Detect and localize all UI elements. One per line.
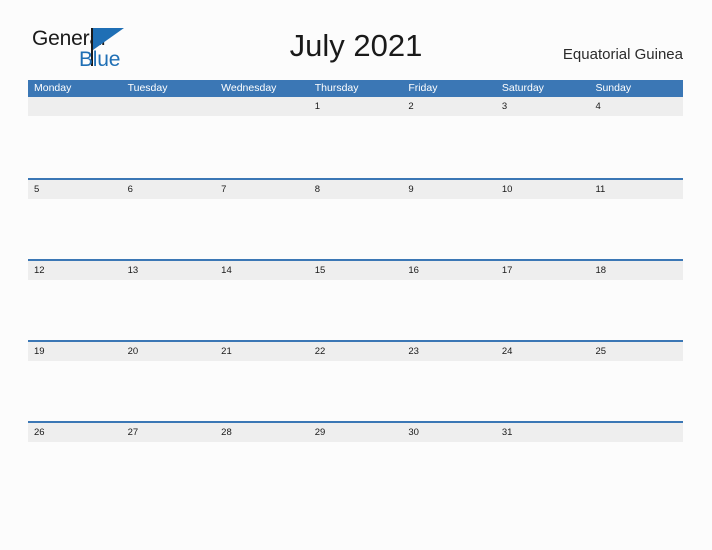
weekday-header-tuesday: Tuesday bbox=[127, 82, 168, 94]
week-row: 12 13 14 15 16 17 18 bbox=[28, 259, 683, 340]
day-cell[interactable]: 29 bbox=[309, 423, 403, 442]
weekday-header-monday: Monday bbox=[34, 82, 72, 94]
weekday-header-row: Monday Tuesday Wednesday Thursday Friday… bbox=[28, 80, 683, 97]
day-cell[interactable]: 30 bbox=[402, 423, 496, 442]
day-cell[interactable] bbox=[215, 97, 309, 116]
day-cell[interactable]: 1 bbox=[309, 97, 403, 116]
week-row: 5 6 7 8 9 10 11 bbox=[28, 178, 683, 259]
page-title: July 2021 bbox=[289, 28, 423, 63]
week-event-area[interactable] bbox=[28, 199, 683, 259]
day-cell[interactable] bbox=[122, 97, 216, 116]
calendar-grid: Monday Tuesday Wednesday Thursday Friday… bbox=[28, 80, 683, 502]
day-cell[interactable]: 6 bbox=[122, 180, 216, 199]
day-cell[interactable]: 14 bbox=[215, 261, 309, 280]
weekday-header-wednesday: Wednesday bbox=[221, 82, 277, 94]
day-cell[interactable]: 15 bbox=[309, 261, 403, 280]
week-event-area[interactable] bbox=[28, 116, 683, 176]
week-event-area[interactable] bbox=[28, 280, 683, 340]
weekday-header-friday: Friday bbox=[408, 82, 438, 94]
week-date-strip: 1 2 3 4 bbox=[28, 97, 683, 116]
general-blue-logo[interactable]: General Blue bbox=[32, 27, 202, 73]
day-cell[interactable] bbox=[28, 97, 122, 116]
week-date-strip: 12 13 14 15 16 17 18 bbox=[28, 259, 683, 280]
day-cell[interactable]: 11 bbox=[589, 180, 683, 199]
day-cell[interactable]: 18 bbox=[589, 261, 683, 280]
day-cell[interactable]: 26 bbox=[28, 423, 122, 442]
day-cell[interactable]: 13 bbox=[122, 261, 216, 280]
week-date-strip: 19 20 21 22 23 24 25 bbox=[28, 340, 683, 361]
day-cell[interactable]: 19 bbox=[28, 342, 122, 361]
day-cell[interactable]: 17 bbox=[496, 261, 590, 280]
day-cell[interactable]: 23 bbox=[402, 342, 496, 361]
page-header: General Blue July 2021 Equatorial Guinea bbox=[0, 0, 712, 80]
week-row: 1 2 3 4 bbox=[28, 97, 683, 178]
week-row: 19 20 21 22 23 24 25 bbox=[28, 340, 683, 421]
day-cell[interactable]: 4 bbox=[589, 97, 683, 116]
region-label: Equatorial Guinea bbox=[562, 46, 683, 63]
day-cell[interactable]: 9 bbox=[402, 180, 496, 199]
weekday-header-sunday: Sunday bbox=[595, 82, 632, 94]
day-cell[interactable]: 27 bbox=[122, 423, 216, 442]
week-date-strip: 5 6 7 8 9 10 11 bbox=[28, 178, 683, 199]
day-cell[interactable]: 12 bbox=[28, 261, 122, 280]
logo-text-blue: Blue bbox=[79, 48, 121, 71]
day-cell[interactable]: 21 bbox=[215, 342, 309, 361]
day-cell[interactable]: 24 bbox=[496, 342, 590, 361]
weekday-header-saturday: Saturday bbox=[501, 82, 544, 94]
day-cell[interactable] bbox=[589, 423, 683, 442]
day-cell[interactable]: 16 bbox=[402, 261, 496, 280]
logo-flag-icon bbox=[93, 28, 124, 50]
day-cell[interactable]: 8 bbox=[309, 180, 403, 199]
day-cell[interactable]: 5 bbox=[28, 180, 122, 199]
day-cell[interactable]: 31 bbox=[496, 423, 590, 442]
week-date-strip: 26 27 28 29 30 31 bbox=[28, 421, 683, 442]
week-event-area[interactable] bbox=[28, 442, 683, 502]
day-cell[interactable]: 22 bbox=[309, 342, 403, 361]
week-row: 26 27 28 29 30 31 bbox=[28, 421, 683, 502]
day-cell[interactable]: 10 bbox=[496, 180, 590, 199]
weekday-header-thursday: Thursday bbox=[314, 82, 359, 94]
day-cell[interactable]: 3 bbox=[496, 97, 590, 116]
day-cell[interactable]: 2 bbox=[402, 97, 496, 116]
day-cell[interactable]: 25 bbox=[589, 342, 683, 361]
day-cell[interactable]: 7 bbox=[215, 180, 309, 199]
day-cell[interactable]: 20 bbox=[122, 342, 216, 361]
week-event-area[interactable] bbox=[28, 361, 683, 421]
day-cell[interactable]: 28 bbox=[215, 423, 309, 442]
